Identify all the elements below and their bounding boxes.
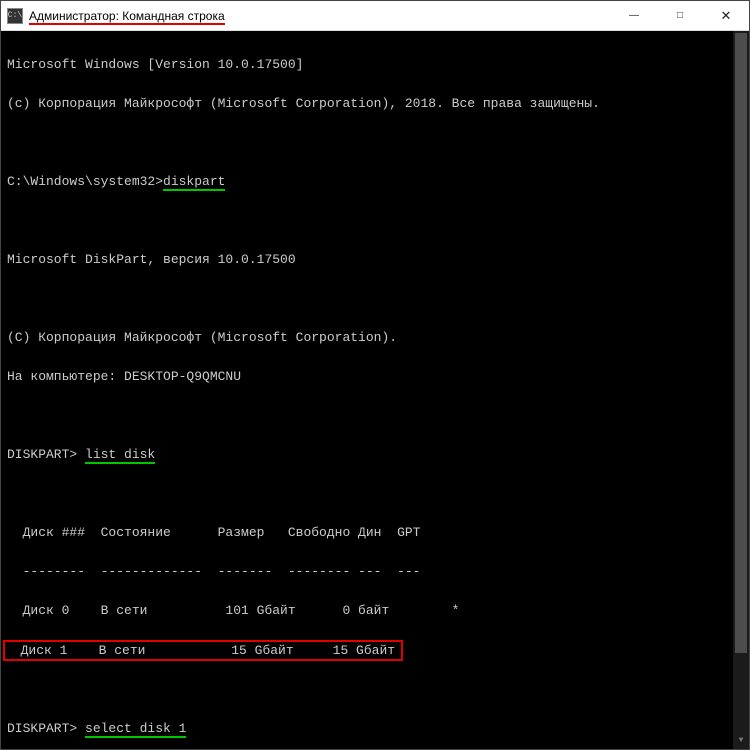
minimize-button[interactable]: — [611, 1, 657, 31]
prompt-line: DISKPART> select disk 1 [7, 719, 747, 739]
dp-prompt: DISKPART> [7, 447, 85, 462]
blank-line [7, 289, 747, 309]
cmd-select-disk: select disk 1 [85, 721, 186, 738]
text-line: (C) Корпорация Майкрософт (Microsoft Cor… [7, 328, 747, 348]
table-row: Диск 0 В сети 101 Gбайт 0 байт * [7, 601, 747, 621]
table-row-highlighted: Диск 1 В сети 15 Gбайт 15 Gбайт [7, 640, 747, 661]
redbox-disk1: Диск 1 В сети 15 Gбайт 15 Gбайт [3, 640, 403, 661]
cmd-diskpart: diskpart [163, 174, 225, 191]
blank-line [7, 211, 747, 231]
titlebar[interactable]: C:\ Администратор: Командная строка — □ … [1, 1, 749, 31]
text-line: Microsoft Windows [Version 10.0.17500] [7, 55, 747, 75]
text-line: На компьютере: DESKTOP-Q9QMCNU [7, 367, 747, 387]
window-title: Администратор: Командная строка [29, 9, 225, 23]
maximize-button[interactable]: □ [657, 1, 703, 31]
cmd-list-disk: list disk [85, 447, 155, 464]
text-line: (c) Корпорация Майкрософт (Microsoft Cor… [7, 94, 747, 114]
blank-line [7, 406, 747, 426]
prompt-path: C:\Windows\system32> [7, 174, 163, 189]
scrollbar-thumb[interactable] [735, 33, 747, 653]
vertical-scrollbar[interactable]: ▲ ▼ [733, 31, 749, 749]
dp-prompt: DISKPART> [7, 721, 85, 736]
blank-line [7, 680, 747, 700]
command-prompt-window: C:\ Администратор: Командная строка — □ … [0, 0, 750, 750]
table-sep: -------- ------------- ------- -------- … [7, 562, 747, 582]
close-button[interactable]: ✕ [703, 1, 749, 31]
scroll-down-icon[interactable]: ▼ [733, 733, 749, 749]
text-line: Microsoft DiskPart, версия 10.0.17500 [7, 250, 747, 270]
prompt-line: DISKPART> list disk [7, 445, 747, 465]
prompt-line: C:\Windows\system32>diskpart [7, 172, 747, 192]
terminal-output[interactable]: Microsoft Windows [Version 10.0.17500] (… [1, 31, 749, 749]
blank-line [7, 133, 747, 153]
cmd-icon: C:\ [7, 8, 23, 24]
blank-line [7, 484, 747, 504]
table-header: Диск ### Состояние Размер Свободно Дин G… [7, 523, 747, 543]
